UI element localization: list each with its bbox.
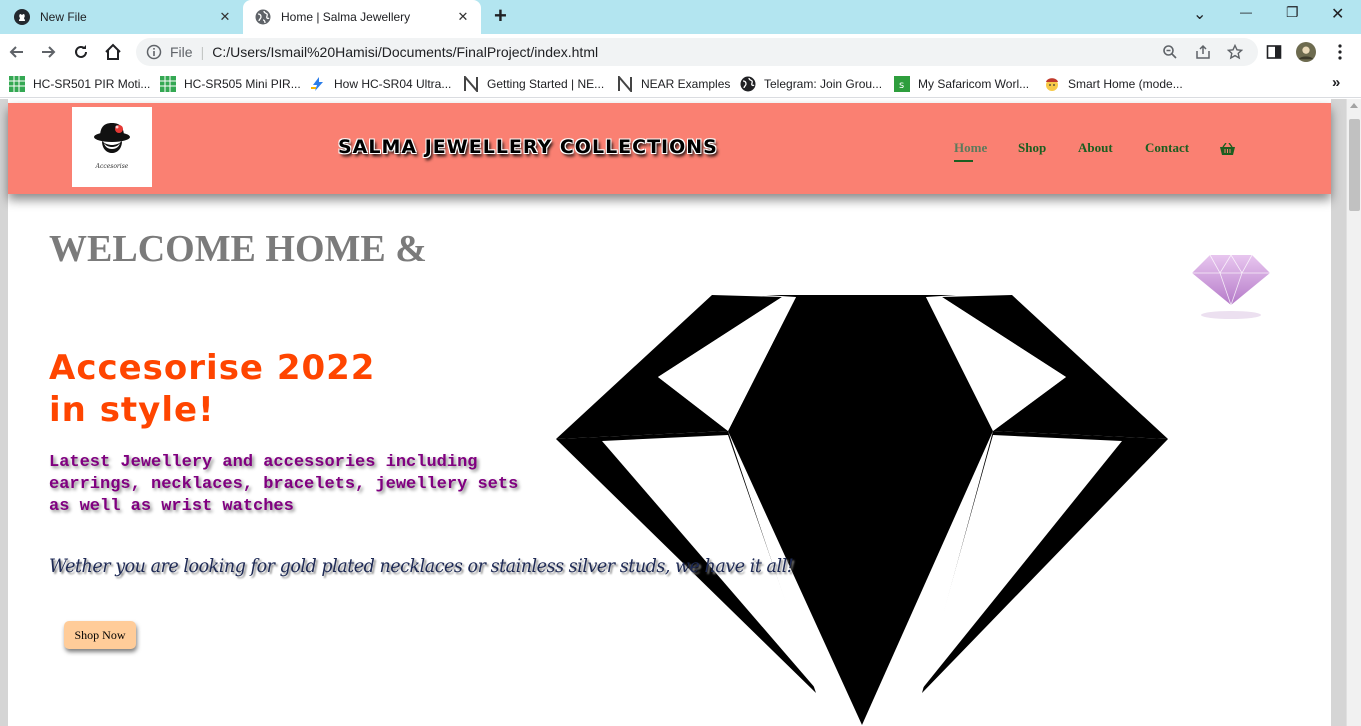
page-scrollbar[interactable]: [1346, 99, 1361, 726]
info-icon[interactable]: [146, 44, 162, 60]
share-icon[interactable]: [1193, 42, 1213, 62]
globe-icon: [255, 9, 271, 25]
page-body: Accesorise SALMA JEWELLERY COLLECTIONS H…: [8, 99, 1331, 726]
bookmark-label: Smart Home (mode...: [1068, 77, 1183, 91]
reload-icon: [75, 45, 87, 58]
tab-title: Home | Salma Jewellery: [281, 10, 411, 24]
bookmark-item[interactable]: s My Safaricom Worl...: [894, 76, 1029, 92]
bookmark-item[interactable]: Telegram: Join Grou...: [740, 76, 882, 92]
forward-button[interactable]: [38, 42, 58, 62]
profile-avatar[interactable]: [1296, 42, 1316, 62]
hero-title-line-1: Accesorise 2022: [49, 348, 376, 388]
nav-active-underline: [954, 160, 973, 162]
globe-icon: [740, 76, 756, 92]
nav-shop[interactable]: Shop: [1018, 140, 1046, 156]
url-text[interactable]: C:/Users/Ismail%20Hamisi/Documents/Final…: [212, 44, 1258, 60]
site-header: Accesorise SALMA JEWELLERY COLLECTIONS H…: [8, 103, 1331, 194]
address-bar[interactable]: File | C:/Users/Ismail%20Hamisi/Document…: [136, 38, 1258, 66]
bookmarks-bar: HC-SR501 PIR Moti... HC-SR505 Mini PIR..…: [0, 70, 1361, 98]
menu-dots-icon[interactable]: [1330, 42, 1350, 62]
scroll-up-arrow-icon[interactable]: [1350, 103, 1358, 108]
diamond-graphic: [556, 295, 1168, 725]
bookmark-label: How HC-SR04 Ultra...: [334, 77, 452, 91]
tab-new-file[interactable]: New File ✕: [0, 0, 243, 34]
shop-now-button[interactable]: Shop Now: [64, 621, 136, 649]
side-panel-icon[interactable]: [1264, 42, 1284, 62]
bookmark-label: Telegram: Join Grou...: [764, 77, 883, 91]
svg-text:s: s: [899, 80, 904, 91]
hat-lady-logo-icon: [94, 123, 130, 153]
reload-button[interactable]: [71, 42, 91, 62]
sheets-icon: [9, 76, 25, 92]
safaricom-icon: s: [894, 76, 910, 92]
tab-title: New File: [40, 10, 87, 24]
minimize-button[interactable]: —: [1240, 5, 1252, 19]
arrow-right-icon: [42, 46, 56, 58]
home-icon: [105, 43, 121, 60]
github-icon: [14, 9, 30, 25]
basket-icon[interactable]: [1220, 143, 1235, 155]
bookmarks-overflow-button[interactable]: »: [1332, 74, 1340, 91]
hero-description-line-2: earrings, necklaces, bracelets, jeweller…: [49, 475, 519, 494]
sheets-icon: [160, 76, 176, 92]
bookmark-label: Getting Started | NE...: [487, 77, 605, 91]
bookmark-label: HC-SR501 PIR Moti...: [33, 77, 151, 91]
nav-home[interactable]: Home: [954, 140, 987, 156]
bookmark-label: NEAR Examples: [641, 77, 731, 91]
zoom-icon[interactable]: [1160, 42, 1180, 62]
hero-description-line-1: Latest Jewellery and accessories includi…: [49, 453, 478, 472]
bookmark-item[interactable]: NEAR Examples: [617, 76, 730, 92]
home-button[interactable]: [103, 42, 123, 62]
new-tab-button[interactable]: +: [494, 5, 507, 27]
site-logo[interactable]: Accesorise: [72, 107, 152, 187]
bookmark-label: My Safaricom Worl...: [918, 77, 1030, 91]
nav-about[interactable]: About: [1078, 140, 1113, 156]
emoji-icon: [1046, 78, 1058, 91]
restore-button[interactable]: ❐: [1286, 4, 1299, 21]
address-separator: |: [200, 44, 205, 60]
hero-description-line-3: as well as wrist watches: [49, 497, 294, 516]
tab-search-dropdown-icon[interactable]: ⌄: [1193, 4, 1206, 24]
scheme-label: File: [170, 44, 193, 60]
tab-close-icon[interactable]: ✕: [215, 9, 235, 25]
bookmark-item[interactable]: HC-SR505 Mini PIR...: [160, 76, 301, 92]
tab-close-icon[interactable]: ✕: [453, 9, 473, 25]
hero-title: Accesorise 2022 in style!: [49, 347, 375, 431]
welcome-heading: WELCOME HOME &: [49, 228, 427, 270]
close-window-button[interactable]: ✕: [1331, 4, 1344, 24]
hero-description: Latest Jewellery and accessories includi…: [49, 452, 609, 518]
tab-home-salma-jewellery[interactable]: Home | Salma Jewellery ✕: [243, 0, 481, 34]
back-button[interactable]: [7, 42, 27, 62]
page-viewport: Accesorise SALMA JEWELLERY COLLECTIONS H…: [0, 99, 1361, 726]
bookmark-item[interactable]: Getting Started | NE...: [463, 76, 604, 92]
nav-contact[interactable]: Contact: [1145, 140, 1189, 156]
bookmark-item[interactable]: How HC-SR04 Ultra...: [310, 76, 451, 92]
hero-title-line-2: in style!: [49, 390, 215, 430]
bookmark-item[interactable]: Smart Home (mode...: [1044, 76, 1183, 92]
arrow-left-icon: [9, 46, 23, 58]
browser-toolbar: File | C:/Users/Ismail%20Hamisi/Document…: [0, 34, 1361, 70]
bookmark-star-icon[interactable]: [1225, 42, 1245, 62]
bookmark-item[interactable]: HC-SR501 PIR Moti...: [9, 76, 150, 92]
scrollbar-thumb[interactable]: [1349, 119, 1360, 211]
near-icon: [618, 76, 632, 92]
tab-strip: New File ✕ Home | Salma Jewellery ✕ + ⌄ …: [0, 0, 1361, 34]
site-title: SALMA JEWELLERY COLLECTIONS: [338, 136, 718, 158]
gem-icon: [1192, 254, 1270, 319]
near-icon: [464, 76, 478, 92]
hero-tagline: Wether you are looking for gold plated n…: [49, 555, 794, 577]
lightning-icon: [311, 77, 323, 91]
bookmark-label: HC-SR505 Mini PIR...: [184, 77, 301, 91]
logo-caption: Accesorise: [95, 163, 129, 170]
